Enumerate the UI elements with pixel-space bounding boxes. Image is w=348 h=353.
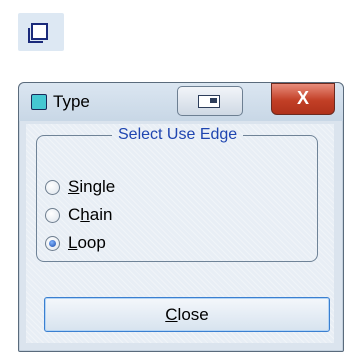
window-close-button[interactable]: X xyxy=(271,83,335,115)
title-bar[interactable]: Type X xyxy=(19,83,343,121)
radio-chain[interactable]: Chain xyxy=(45,204,112,226)
select-use-edge-group: Select Use Edge Single Chain Loop xyxy=(36,126,318,262)
radio-loop[interactable]: Loop xyxy=(45,232,106,254)
group-legend: Select Use Edge xyxy=(118,126,238,143)
radio-chain-circle[interactable] xyxy=(45,207,60,223)
radio-loop-circle[interactable] xyxy=(45,235,60,251)
radio-single-circle[interactable] xyxy=(45,179,60,195)
close-button[interactable]: Close xyxy=(44,297,330,332)
window-square-icon xyxy=(28,23,48,43)
restore-button[interactable] xyxy=(177,86,243,116)
radio-single-label: Single xyxy=(68,177,116,196)
toolbar-window-button[interactable] xyxy=(18,13,64,51)
dialog-body: Select Use Edge Single Chain Loop Close xyxy=(26,124,334,343)
radio-chain-label: Chain xyxy=(68,205,113,224)
radio-single[interactable]: Single xyxy=(45,176,115,198)
restore-icon xyxy=(198,95,220,108)
radio-loop-label: Loop xyxy=(68,233,106,252)
type-dialog: Type X Select Use Edge Single Chain Loop… xyxy=(18,82,344,352)
window-title: Type xyxy=(53,92,90,111)
app-icon xyxy=(31,94,47,110)
